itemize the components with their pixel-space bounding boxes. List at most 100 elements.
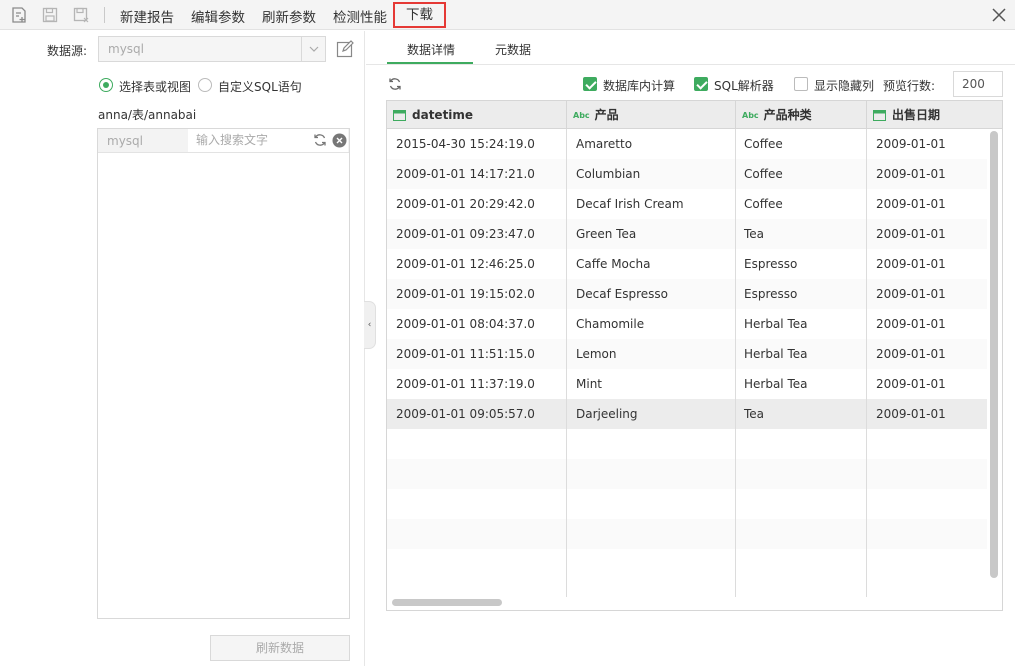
- refresh-icon[interactable]: [388, 77, 402, 91]
- refresh-icon[interactable]: [313, 133, 327, 147]
- table-row[interactable]: 2015-04-30 15:24:19.0 Amaretto Coffee 2009-…: [387, 129, 987, 159]
- close-icon[interactable]: [990, 6, 1008, 24]
- cell-sale-date: 2009-01-01: [876, 197, 946, 211]
- cell-sale-date: 2009-01-01: [876, 347, 946, 361]
- clear-icon[interactable]: [332, 133, 347, 148]
- column-header-sale-date[interactable]: 出售日期: [867, 101, 1002, 129]
- date-type-icon: [393, 103, 406, 121]
- empty-row: [387, 459, 987, 489]
- cell-product: Columbian: [576, 167, 641, 181]
- cell-datetime: 2015-04-30 15:24:19.0: [396, 137, 535, 151]
- show-hidden-columns-label[interactable]: 显示隐藏列: [814, 77, 874, 94]
- text-type-icon: Abc: [742, 111, 759, 120]
- empty-row: [387, 489, 987, 519]
- tabs-divider: [366, 64, 1015, 65]
- cell-product-category: Espresso: [744, 257, 798, 271]
- cell-datetime: 2009-01-01 11:37:19.0: [396, 377, 535, 391]
- sql-parser-label[interactable]: SQL解析器: [714, 77, 774, 94]
- tree-db-name: mysql: [107, 134, 143, 148]
- tab-metadata[interactable]: 元数据: [495, 41, 531, 58]
- cell-product-category: Coffee: [744, 167, 783, 181]
- cell-sale-date: 2009-01-01: [876, 257, 946, 271]
- refresh-data-button[interactable]: 刷新数据: [210, 635, 350, 661]
- column-header-label: 产品种类: [763, 108, 812, 122]
- column-divider: [866, 129, 867, 597]
- cell-product-category: Herbal Tea: [744, 317, 808, 331]
- cell-product-category: Tea: [744, 407, 765, 421]
- date-type-icon: [873, 103, 886, 121]
- cell-sale-date: 2009-01-01: [876, 377, 946, 391]
- radio-custom-sql-label[interactable]: 自定义SQL语句: [218, 78, 302, 95]
- column-header-product-category[interactable]: Abc 产品种类: [736, 101, 867, 129]
- table-row[interactable]: 2009-01-01 09:05:57.0 Darjeeling Tea 2009-0…: [387, 399, 987, 429]
- toolbar-separator: [104, 7, 105, 23]
- collapse-panel-handle[interactable]: ‹: [364, 301, 376, 349]
- cell-product-category: Herbal Tea: [744, 377, 808, 391]
- cell-product: Lemon: [576, 347, 617, 361]
- table-row[interactable]: 2009-01-01 14:17:21.0 Columbian Coffee 2009…: [387, 159, 987, 189]
- refresh-params-menu[interactable]: 刷新参数: [262, 6, 316, 26]
- table-row[interactable]: 2009-01-01 20:29:42.0 Decaf Irish Cream Co…: [387, 189, 987, 219]
- cell-product: Decaf Irish Cream: [576, 197, 684, 211]
- edit-params-menu[interactable]: 编辑参数: [191, 6, 245, 26]
- cell-sale-date: 2009-01-01: [876, 167, 946, 181]
- radio-select-table-label[interactable]: 选择表或视图: [119, 78, 191, 95]
- cell-product: Chamomile: [576, 317, 645, 331]
- cell-product-category: Coffee: [744, 197, 783, 211]
- preview-rows-label: 预览行数:: [883, 79, 936, 93]
- table-row[interactable]: 2009-01-01 12:46:25.0 Caffe Mocha Espresso…: [387, 249, 987, 279]
- cell-sale-date: 2009-01-01: [876, 317, 946, 331]
- toolbar: 新建报告 编辑参数 刷新参数 检测性能 下载: [0, 0, 1015, 30]
- data-source-select[interactable]: mysql: [98, 36, 326, 62]
- cell-sale-date: 2009-01-01: [876, 227, 946, 241]
- edit-icon[interactable]: [336, 39, 355, 58]
- in-db-compute-label[interactable]: 数据库内计算: [603, 77, 675, 94]
- empty-row: [387, 549, 987, 579]
- save-as-icon[interactable]: [72, 6, 90, 24]
- table-row[interactable]: 2009-01-01 09:23:47.0 Green Tea Tea 2009-01…: [387, 219, 987, 249]
- radio-custom-sql[interactable]: [198, 78, 212, 92]
- table-row[interactable]: 2009-01-01 11:51:15.0 Lemon Herbal Tea 2009…: [387, 339, 987, 369]
- table-row[interactable]: 2009-01-01 11:37:19.0 Mint Herbal Tea 2009-…: [387, 369, 987, 399]
- column-header-product[interactable]: Abc 产品: [567, 101, 736, 129]
- empty-row: [387, 519, 987, 549]
- column-header-datetime[interactable]: datetime: [387, 101, 567, 129]
- cell-datetime: 2009-01-01 09:23:47.0: [396, 227, 535, 241]
- cell-product-category: Tea: [744, 227, 765, 241]
- cell-sale-date: 2009-01-01: [876, 287, 946, 301]
- vertical-scrollbar[interactable]: [990, 131, 998, 578]
- cell-sale-date: 2009-01-01: [876, 407, 946, 421]
- grid-header: datetime Abc 产品 Abc 产品种类 出售日期: [387, 101, 1002, 129]
- table-tree[interactable]: mysql 输入搜索文字: [97, 128, 350, 619]
- download-menu[interactable]: 下载: [393, 2, 446, 28]
- cell-datetime: 2009-01-01 08:04:37.0: [396, 317, 535, 331]
- cell-product: Mint: [576, 377, 602, 391]
- new-report-menu[interactable]: 新建报告: [120, 6, 174, 26]
- chevron-down-icon[interactable]: [301, 37, 325, 61]
- cell-product: Darjeeling: [576, 407, 638, 421]
- cell-product: Caffe Mocha: [576, 257, 651, 271]
- cell-product: Decaf Espresso: [576, 287, 668, 301]
- cell-datetime: 2009-01-01 11:51:15.0: [396, 347, 535, 361]
- horizontal-scrollbar[interactable]: [392, 599, 502, 606]
- new-report-icon[interactable]: [10, 6, 28, 24]
- in-db-compute-checkbox[interactable]: [583, 77, 597, 91]
- tab-data-detail[interactable]: 数据详情: [407, 41, 455, 58]
- table-row[interactable]: 2009-01-01 08:04:37.0 Chamomile Herbal Tea…: [387, 309, 987, 339]
- save-icon[interactable]: [41, 6, 59, 24]
- radio-select-table[interactable]: [99, 78, 113, 92]
- column-divider: [735, 129, 736, 597]
- table-row[interactable]: 2009-01-01 19:15:02.0 Decaf Espresso Espre…: [387, 279, 987, 309]
- show-hidden-columns-checkbox[interactable]: [794, 77, 808, 91]
- cell-datetime: 2009-01-01 12:46:25.0: [396, 257, 535, 271]
- sql-parser-checkbox[interactable]: [694, 77, 708, 91]
- data-source-label: 数据源:: [47, 44, 88, 58]
- cell-product-category: Herbal Tea: [744, 347, 808, 361]
- cell-product: Amaretto: [576, 137, 633, 151]
- column-divider: [566, 129, 567, 597]
- preview-rows-input[interactable]: 200: [953, 71, 1003, 97]
- cell-sale-date: 2009-01-01: [876, 137, 946, 151]
- column-header-label: 产品: [594, 108, 619, 122]
- cell-product: Green Tea: [576, 227, 637, 241]
- check-performance-menu[interactable]: 检测性能: [333, 6, 387, 26]
